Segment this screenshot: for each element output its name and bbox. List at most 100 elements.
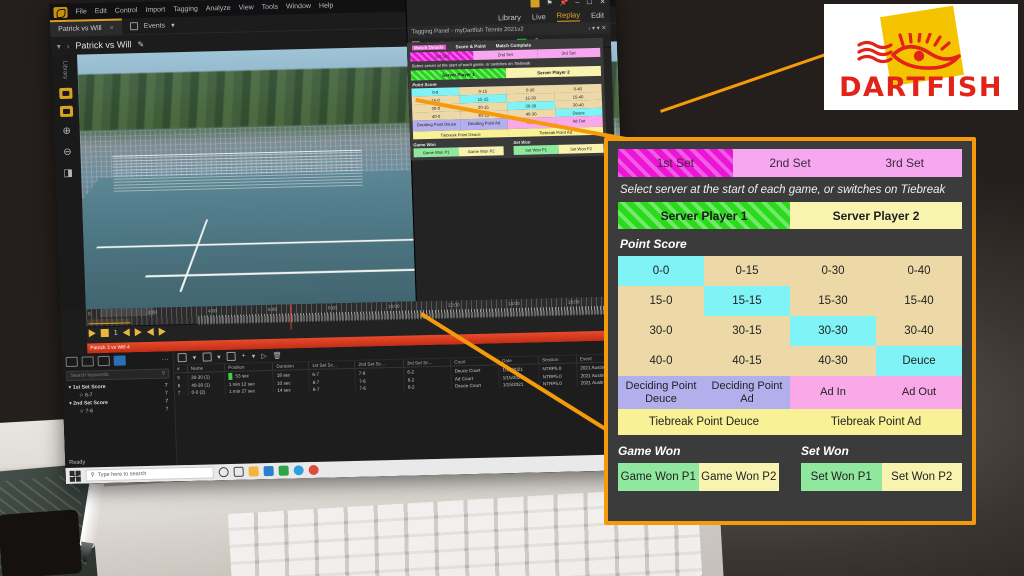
point-cell-40-0[interactable]: 40-0: [618, 346, 704, 376]
ad-out-button[interactable]: Ad Out: [876, 376, 962, 409]
tab-replay[interactable]: Replay: [556, 10, 580, 22]
tab-notes-icon[interactable]: [66, 357, 78, 367]
tab-library[interactable]: Library: [498, 13, 521, 23]
keyword-item-7-6[interactable]: ☆ 7-6 7: [65, 405, 172, 416]
chevron-down-icon[interactable]: ▾: [69, 385, 72, 391]
panel-tab-match-complete[interactable]: Match Complete: [496, 43, 532, 49]
maximize-icon[interactable]: ☐: [586, 0, 593, 6]
next-icon[interactable]: [135, 328, 142, 336]
server-player1-button[interactable]: Server Player 1: [618, 202, 790, 229]
play-icon[interactable]: [89, 329, 96, 337]
search-icon[interactable]: ⚲: [161, 371, 165, 377]
menu-item-analyze[interactable]: Analyze: [206, 4, 231, 12]
tab-keywords-icon[interactable]: [114, 356, 126, 366]
panel-tab-match-details[interactable]: Match Details: [412, 45, 446, 51]
tab-edit[interactable]: Edit: [591, 11, 604, 20]
play-icon[interactable]: ▷: [261, 352, 267, 360]
point-cell-0-15[interactable]: 0-15: [704, 256, 790, 286]
zoom-out-icon[interactable]: ⊖: [60, 145, 74, 159]
game-won-p2-button[interactable]: Game Won P2: [699, 463, 780, 491]
library-rail-label[interactable]: Library: [61, 61, 68, 79]
menu-item-control[interactable]: Control: [115, 7, 138, 15]
set-button-3rd[interactable]: 3rd Set: [847, 149, 962, 177]
skype-icon[interactable]: [293, 465, 303, 475]
cortana-icon[interactable]: [219, 467, 229, 477]
more-icon[interactable]: ⋯: [162, 355, 169, 363]
close-icon[interactable]: ×: [110, 24, 114, 31]
search-keywords-input[interactable]: Search keywords ⚲: [66, 368, 169, 381]
tab-events[interactable]: Events ▾: [121, 17, 182, 34]
point-cell-15-40[interactable]: 15-40: [876, 286, 962, 316]
point-cell-0-30[interactable]: 0-30: [790, 256, 876, 286]
chevron-right-icon[interactable]: ›: [67, 41, 70, 50]
menu-item-import[interactable]: Import: [145, 6, 165, 13]
set-button-1st[interactable]: 1st Set: [618, 149, 733, 177]
camera-icon[interactable]: ◨: [61, 166, 75, 180]
flag-icon[interactable]: ⚑: [546, 0, 553, 7]
chrome-icon[interactable]: [308, 465, 318, 475]
tab-patrick-vs-will[interactable]: Patrick vs Will ×: [50, 19, 122, 37]
chevron-down-icon[interactable]: ▾: [252, 352, 256, 360]
chevron-down-icon[interactable]: ▾: [57, 42, 61, 51]
point-cell-15-15[interactable]: 15-15: [704, 286, 790, 316]
ad-in-button[interactable]: Ad In: [790, 376, 876, 409]
chevron-down-icon[interactable]: ▾: [171, 21, 175, 29]
taskbar-search-input[interactable]: ⚲ Type here to search: [86, 466, 214, 481]
chevron-down-icon[interactable]: ▾: [193, 353, 197, 361]
point-cell-0-40[interactable]: 0-40: [876, 256, 962, 286]
task-view-icon[interactable]: [234, 467, 244, 477]
game-won-p1-button[interactable]: Game Won P1: [618, 463, 699, 491]
menu-item-file[interactable]: File: [75, 8, 87, 15]
delete-icon[interactable]: 🗑: [273, 351, 282, 359]
new-event-icon[interactable]: [178, 353, 187, 362]
minimize-icon[interactable]: –: [575, 0, 579, 6]
set-won-p1-button[interactable]: Set Won P1: [801, 463, 882, 491]
step-back-icon[interactable]: [147, 328, 154, 336]
menu-item-edit[interactable]: Edit: [95, 7, 107, 14]
set-won-p2-button[interactable]: Set Won P2: [882, 463, 963, 491]
windows-start-icon[interactable]: [70, 470, 81, 481]
game-won-p2-inset[interactable]: Game Won P2: [458, 146, 503, 156]
menu-item-view[interactable]: View: [239, 4, 254, 11]
chevron-down-icon[interactable]: ▾: [217, 353, 221, 361]
chevron-down-icon[interactable]: ▾: [69, 401, 72, 407]
point-cell-30-15[interactable]: 30-15: [704, 316, 790, 346]
menu-item-window[interactable]: Window: [286, 2, 311, 10]
panel-window-buttons[interactable]: ‹ ▾ ▾ ✕: [588, 24, 606, 31]
pencil-icon[interactable]: ✎: [137, 39, 144, 48]
point-cell-30-30[interactable]: 30-30: [790, 316, 876, 346]
explorer-icon[interactable]: [249, 466, 259, 476]
point-cell-15-0[interactable]: 15-0: [618, 286, 704, 316]
save-icon[interactable]: [227, 352, 236, 361]
tiebreak-point-ad-button[interactable]: Tiebreak Point Ad: [790, 409, 962, 435]
point-cell-deuce[interactable]: Deuce: [876, 346, 962, 376]
zoom-in-icon[interactable]: ⊕: [59, 124, 73, 138]
set-button-2nd[interactable]: 2nd Set: [733, 149, 848, 177]
menu-item-help[interactable]: Help: [319, 2, 334, 9]
pin-icon[interactable]: 📌: [560, 0, 569, 7]
close-window-icon[interactable]: ✕: [599, 0, 605, 6]
step-forward-icon[interactable]: [159, 328, 166, 336]
tab-events-icon[interactable]: [82, 356, 94, 366]
set-won-p1-inset[interactable]: Set Won P1: [513, 145, 558, 155]
set-button-2nd-inset[interactable]: 2nd Set: [473, 49, 537, 60]
set-won-p2-inset[interactable]: Set Won P2: [558, 144, 603, 154]
deciding-point-ad-button[interactable]: Deciding Point Ad: [704, 376, 790, 409]
tab-list-icon[interactable]: [98, 356, 110, 366]
tiebreak-point-deuce-button[interactable]: Tiebreak Point Deuce: [618, 409, 790, 435]
point-cell-40-30[interactable]: 40-30: [790, 346, 876, 376]
server-player2-button[interactable]: Server Player 2: [790, 202, 962, 229]
point-cell-30-40[interactable]: 30-40: [876, 316, 962, 346]
menu-item-tagging[interactable]: Tagging: [173, 5, 198, 13]
frame-tool-icon[interactable]: [59, 88, 72, 99]
tab-live[interactable]: Live: [532, 12, 546, 21]
panel-tab-score-point[interactable]: Score & Point: [456, 44, 486, 50]
highlight-icon[interactable]: [530, 0, 539, 8]
menu-item-tools[interactable]: Tools: [262, 3, 279, 10]
selection-range[interactable]: [88, 318, 130, 324]
teams-icon[interactable]: [278, 466, 288, 476]
stop-icon[interactable]: [101, 329, 109, 337]
point-cell-15-30[interactable]: 15-30: [790, 286, 876, 316]
point-cell-40-15[interactable]: 40-15: [704, 346, 790, 376]
mail-icon[interactable]: [263, 466, 273, 476]
